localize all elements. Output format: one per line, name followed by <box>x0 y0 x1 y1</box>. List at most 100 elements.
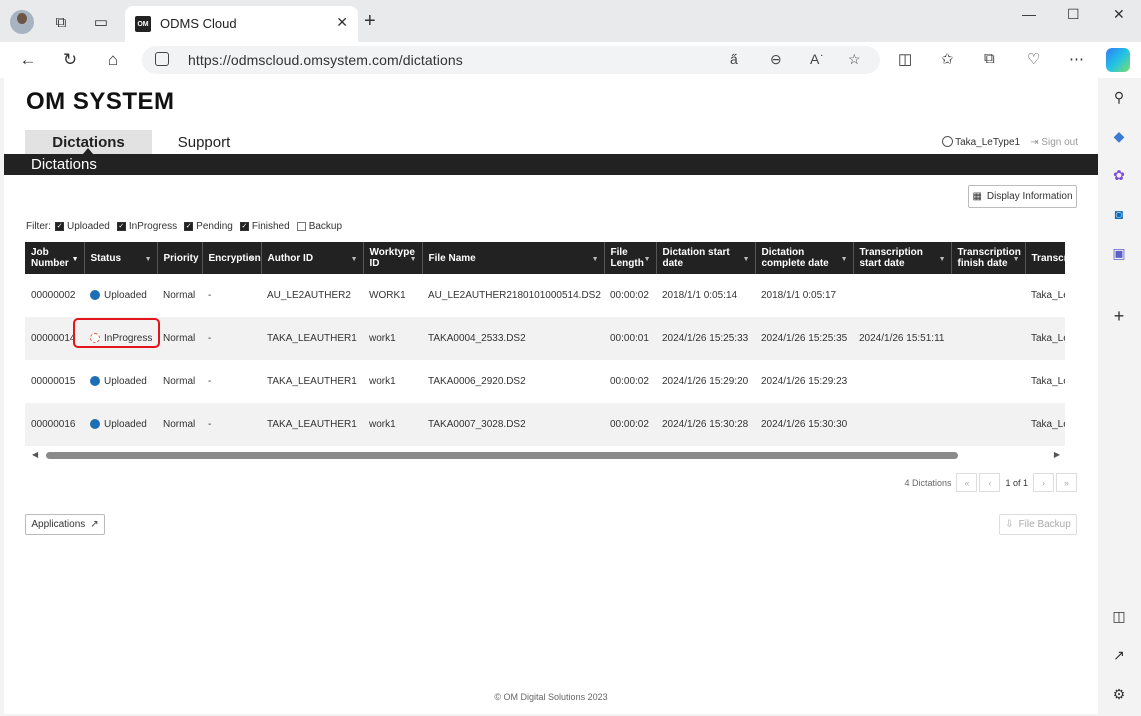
lock-icon[interactable] <box>155 52 169 66</box>
sign-out-link[interactable]: ⇥ Sign out <box>1030 137 1078 148</box>
prev-page-icon[interactable]: ‹ <box>979 473 1001 492</box>
profile-avatar[interactable] <box>10 10 34 34</box>
games-icon[interactable]: ✿ <box>1109 165 1129 185</box>
add-icon[interactable]: + <box>1109 306 1129 326</box>
sort-icon[interactable]: ▼ <box>351 254 358 265</box>
filter-uploaded[interactable]: ✓ Uploaded <box>55 221 110 232</box>
home-icon[interactable]: ⌂ <box>101 49 125 71</box>
url-text[interactable]: https://odmscloud.omsystem.com/dictation… <box>188 52 463 68</box>
cell-priority: Normal <box>163 290 196 301</box>
close-icon[interactable]: ✕ <box>336 14 348 31</box>
user-account[interactable]: Taka_LeType1 <box>942 136 1020 148</box>
workspaces-icon[interactable]: ⧉ <box>49 10 73 34</box>
back-icon[interactable]: ← <box>16 49 40 71</box>
next-page-icon[interactable]: › <box>1033 473 1054 492</box>
sort-icon[interactable]: ▼ <box>249 254 256 265</box>
file-backup-label: File Backup <box>1018 519 1071 530</box>
column-header[interactable]: Worktype ID ▼ <box>363 242 423 274</box>
uploaded-status-icon <box>90 290 100 300</box>
table-row[interactable]: 00000014 InProgress Normal - TAKA_LEAUTH… <box>25 317 1065 360</box>
url-field[interactable]: https://odmscloud.omsystem.com/dictation… <box>142 46 880 74</box>
filter-inprogress-label: InProgress <box>128 221 178 232</box>
filter-backup[interactable]: Backup <box>296 221 342 232</box>
read-aloud-icon[interactable]: A͘ <box>810 51 819 67</box>
collections-icon[interactable]: ⧉ <box>984 50 995 67</box>
applications-button[interactable]: Applications ↗ <box>25 514 105 535</box>
scroll-right-icon[interactable]: ▶ <box>1054 450 1060 459</box>
translate-icon[interactable]: a̋ <box>730 51 738 67</box>
user-name: Taka_LeType1 <box>955 137 1021 148</box>
table-row[interactable]: 00000002 Uploaded Normal - AU_LE2AUTHER2… <box>25 274 1065 317</box>
column-header[interactable]: Transcriptionist <box>1025 242 1065 274</box>
filter-inprogress[interactable]: ✓ InProgress <box>116 221 178 232</box>
external-link-icon[interactable]: ↗ <box>1109 645 1129 665</box>
shopping-icon[interactable]: ◆ <box>1109 126 1129 146</box>
tab-support[interactable]: Support <box>164 130 244 154</box>
favorite-icon[interactable]: ☆ <box>848 51 861 68</box>
browser-tab[interactable]: OM ODMS Cloud ✕ <box>125 6 358 42</box>
browser-essentials-icon[interactable]: ♡ <box>1027 50 1040 68</box>
sort-icon[interactable]: ▼ <box>145 254 152 265</box>
sort-icon[interactable]: ▼ <box>743 254 750 265</box>
checkbox-checked-icon[interactable]: ✓ <box>184 222 194 231</box>
last-page-icon[interactable]: » <box>1056 473 1077 492</box>
uploaded-status-icon <box>90 419 100 429</box>
display-information-button[interactable]: ▦ Display Information <box>968 185 1077 208</box>
column-header[interactable]: File Length ▼ <box>604 242 657 274</box>
cell-worktype-id: work1 <box>369 376 396 387</box>
file-backup-button[interactable]: ⇩ File Backup <box>999 514 1077 535</box>
scroll-left-icon[interactable]: ◀ <box>32 450 38 459</box>
cell-author-id: TAKA_LEAUTHER1 <box>261 403 363 446</box>
favorites-icon[interactable]: ✩ <box>941 50 954 68</box>
search-icon[interactable]: ⚲ <box>1109 87 1129 107</box>
scrollbar-thumb[interactable] <box>46 452 958 459</box>
table-row[interactable]: 00000016 Uploaded Normal - TAKA_LEAUTHER… <box>25 403 1065 446</box>
sort-icon[interactable]: ▼ <box>841 254 848 265</box>
filter-finished[interactable]: ✓ Finished <box>239 221 290 232</box>
first-page-icon[interactable]: « <box>956 473 978 492</box>
maximize-icon[interactable]: ☐ <box>1067 6 1080 23</box>
column-header[interactable]: Transcription finish date ▼ <box>951 242 1026 274</box>
checkbox-unchecked-icon[interactable] <box>296 222 306 231</box>
more-icon[interactable]: ⋯ <box>1069 50 1084 68</box>
column-header[interactable]: Job Number ▼ <box>25 242 85 274</box>
window-close-icon[interactable]: ✕ <box>1113 6 1125 23</box>
table-row[interactable]: 00000015 Uploaded Normal - TAKA_LEAUTHER… <box>25 360 1065 403</box>
sort-icon[interactable]: ▼ <box>1013 254 1020 265</box>
column-header[interactable]: Status ▼ <box>84 242 158 274</box>
cell-transcriptionist: Taka_LeType1 <box>1031 290 1065 301</box>
sort-icon[interactable]: ▼ <box>592 254 599 265</box>
sort-icon[interactable]: ▼ <box>644 254 651 265</box>
column-header[interactable]: Author ID ▼ <box>261 242 364 274</box>
refresh-icon[interactable]: ↻ <box>58 49 82 71</box>
column-header[interactable]: File Name ▼ <box>422 242 605 274</box>
column-header[interactable]: Transcription start date ▼ <box>853 242 952 274</box>
copilot-icon[interactable] <box>1106 48 1130 72</box>
settings-gear-icon[interactable]: ⚙ <box>1109 684 1129 704</box>
minimize-icon[interactable]: — <box>1022 6 1036 22</box>
filter-pending[interactable]: ✓ Pending <box>184 221 233 232</box>
sort-desc-icon[interactable]: ▼ <box>72 254 79 265</box>
new-tab-icon[interactable]: + <box>364 10 376 33</box>
sort-icon[interactable]: ▼ <box>939 254 946 265</box>
column-header-label: Status <box>90 252 122 264</box>
tab-actions-icon[interactable]: ▭ <box>89 10 113 34</box>
horizontal-scrollbar[interactable]: ◀ ▶ <box>25 448 1065 462</box>
status-label: InProgress <box>104 333 153 344</box>
sort-icon[interactable]: ▼ <box>410 254 417 265</box>
zoom-out-icon[interactable]: ⊖ <box>770 51 782 68</box>
teams-icon[interactable]: ▣ <box>1109 243 1129 263</box>
outlook-icon[interactable]: ◙ <box>1109 204 1129 224</box>
cell-dictation-start: 2024/1/26 15:29:20 <box>662 376 749 387</box>
column-header[interactable]: Encryption ▼ <box>202 242 262 274</box>
split-screen-icon[interactable]: ◫ <box>898 50 912 68</box>
display-information-label: Display Information <box>986 191 1073 202</box>
checkbox-checked-icon[interactable]: ✓ <box>55 222 64 231</box>
checkbox-checked-icon[interactable]: ✓ <box>116 222 126 231</box>
column-header[interactable]: Dictation start date ▼ <box>656 242 756 274</box>
column-header[interactable]: Priority <box>157 242 203 274</box>
checkbox-checked-icon[interactable]: ✓ <box>239 222 249 231</box>
filter-finished-label: Finished <box>251 221 290 232</box>
sidebar-toggle-icon[interactable]: ◫ <box>1109 606 1129 626</box>
column-header[interactable]: Dictation complete date ▼ <box>755 242 854 274</box>
